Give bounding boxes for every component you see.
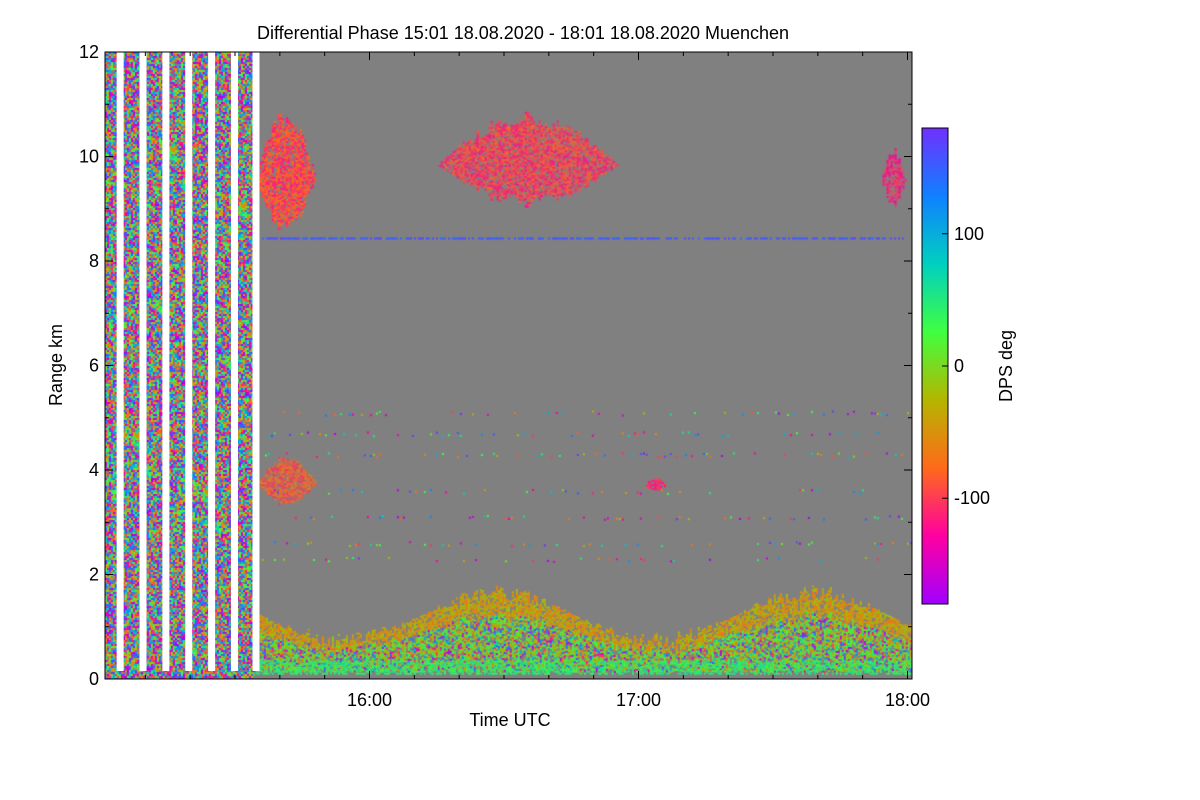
colorbar-tick-label: 0 — [954, 356, 964, 376]
x-axis-label: Time UTC — [469, 710, 550, 730]
y-tick-label: 10 — [79, 147, 99, 167]
colorbar-tick-label: 100 — [954, 224, 984, 244]
y-tick-label: 2 — [89, 565, 99, 585]
y-tick-label: 12 — [79, 42, 99, 62]
colorbar: 100 0 -100 — [921, 127, 990, 605]
x-tick-label: 18:00 — [885, 690, 930, 710]
chart: Differential Phase 15:01 18.08.2020 - 18… — [46, 23, 1016, 730]
colorbar-tick-label: -100 — [954, 488, 990, 508]
data-gap-1 — [116, 52, 124, 671]
plot-area — [105, 52, 912, 679]
data-gap-3 — [162, 52, 170, 671]
y-tick-label: 0 — [89, 669, 99, 689]
data-gap-7 — [252, 52, 260, 671]
y-tick-label: 4 — [89, 460, 99, 480]
y-axis-label: Range km — [46, 324, 66, 406]
data-gap-2 — [139, 52, 147, 671]
data-gap-6 — [230, 52, 238, 671]
chart-title: Differential Phase 15:01 18.08.2020 - 18… — [257, 23, 789, 43]
x-tick-label: 16:00 — [347, 690, 392, 710]
y-tick-label: 8 — [89, 251, 99, 271]
data-gap-5 — [208, 52, 216, 671]
y-tick-label: 6 — [89, 356, 99, 376]
x-tick-label: 17:00 — [616, 690, 661, 710]
data-gap-4 — [185, 52, 193, 671]
colorbar-label: DPS deg — [996, 330, 1016, 402]
heatmap-image — [105, 52, 912, 679]
